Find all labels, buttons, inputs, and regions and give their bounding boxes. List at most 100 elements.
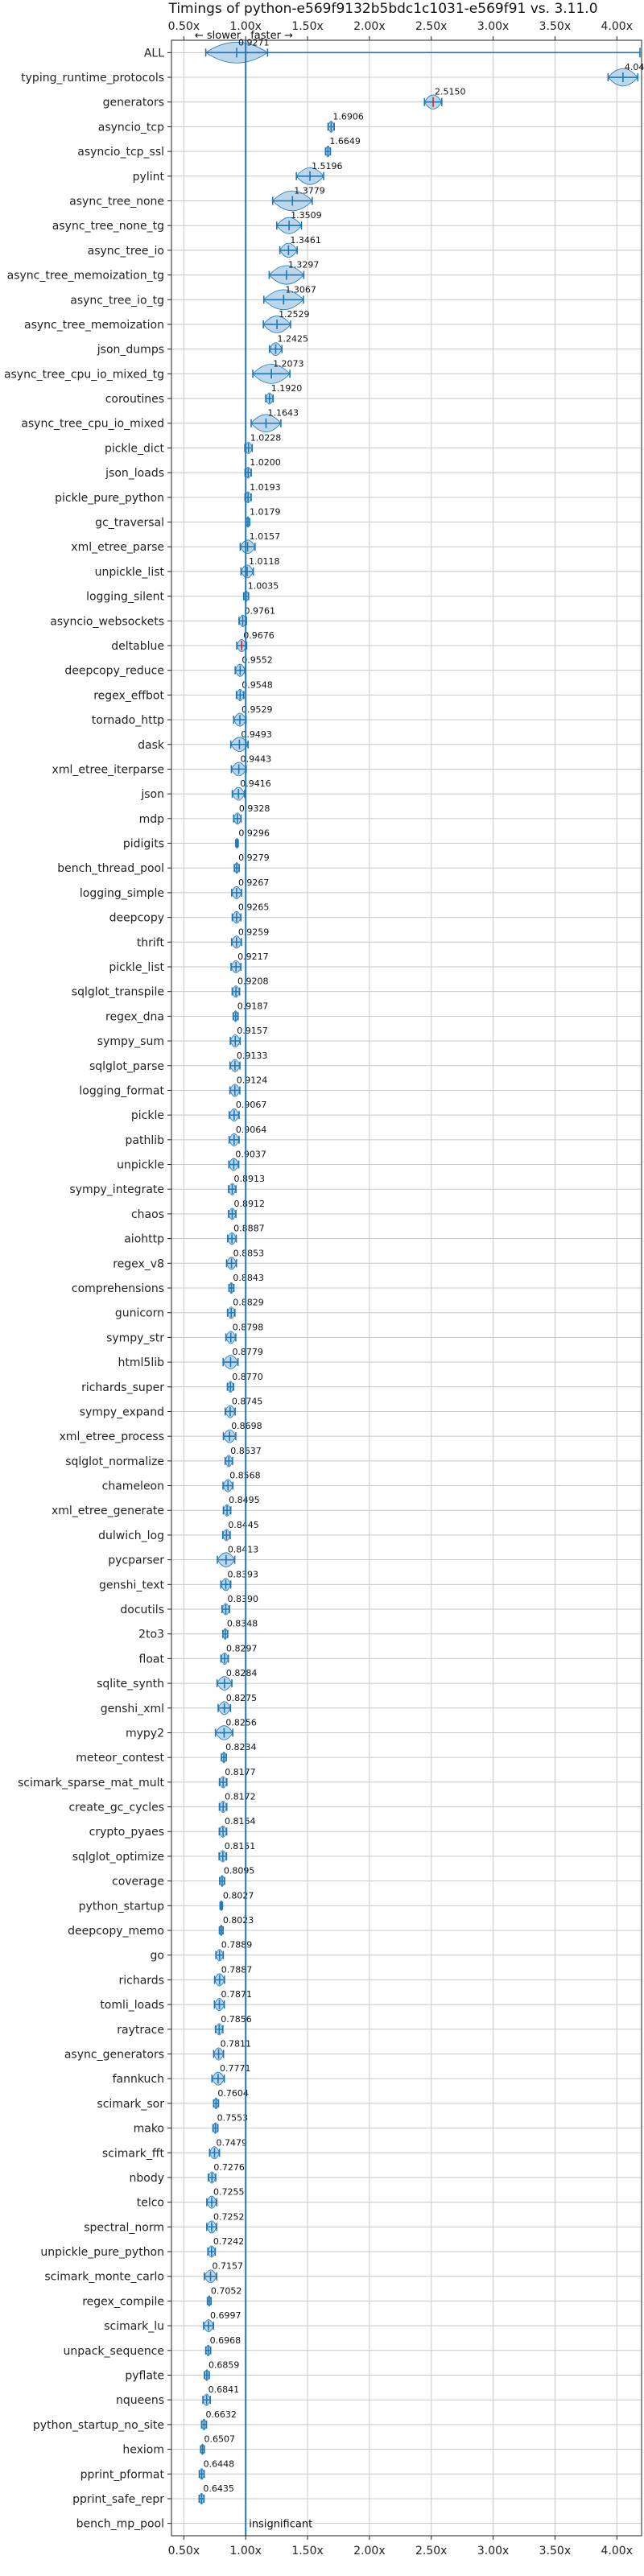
value-label-7: 1.3509 <box>291 210 322 221</box>
bench-label-3: asyncio_tcp <box>98 121 164 134</box>
value-label-60: 0.8445 <box>228 1520 259 1530</box>
value-label-83: 0.7604 <box>217 2088 249 2099</box>
bench-label-84: mako <box>134 2123 164 2136</box>
bench-label-90: scimark_monte_carlo <box>44 2271 164 2284</box>
value-label-73: 0.8151 <box>225 1841 256 1852</box>
benchmark-labels: ALL typing_runtime_protocols generators asy… <box>4 47 171 2531</box>
x-tick-label-bottom-2: 1.50x <box>291 2545 323 2557</box>
value-label-6: 1.3779 <box>294 186 325 196</box>
bench-label-63: docutils <box>120 1604 164 1616</box>
bench-label-53: html5lib <box>118 1356 165 1369</box>
bench-label-85: scimark_fft <box>102 2147 165 2160</box>
value-label-11: 1.2529 <box>279 309 310 320</box>
value-label-34: 0.9267 <box>238 877 270 888</box>
value-label-4: 1.6649 <box>329 136 361 147</box>
value-label-86: 0.7276 <box>213 2162 245 2173</box>
value-label-54: 0.8770 <box>232 1372 263 1382</box>
bench-label-2: generators <box>103 97 164 109</box>
value-label-24: 0.9676 <box>243 630 275 641</box>
bench-label-93: unpack_sequence <box>64 2345 164 2358</box>
bench-label-94: pyflate <box>125 2369 164 2382</box>
value-label-3: 1.6906 <box>332 111 364 122</box>
bench-label-96: python_startup_no_site <box>33 2419 164 2432</box>
bench-label-89: unpickle_pure_python <box>40 2246 164 2259</box>
bench-label-80: raytrace <box>117 2024 164 2037</box>
bench-label-32: pidigits <box>123 838 164 851</box>
value-label-55: 0.8745 <box>232 1396 263 1406</box>
bench-label-21: unpickle_list <box>95 566 165 579</box>
value-label-76: 0.8023 <box>223 1915 254 1926</box>
timings-chart: Timings of python-e569f9132b5bdc1c1031-e… <box>4 1 644 2557</box>
value-label-66: 0.8284 <box>226 1668 258 1678</box>
bench-label-71: create_gc_cycles <box>68 1802 164 1814</box>
value-label-32: 0.9296 <box>238 828 270 839</box>
x-tick-label-top-1: 1.00x <box>229 20 261 33</box>
value-label-69: 0.8234 <box>225 1742 257 1752</box>
value-label-23: 0.9761 <box>245 605 276 616</box>
bench-label-29: xml_etree_iterparse <box>52 763 164 776</box>
x-tick-label-bottom-7: 4.00x <box>601 2545 633 2557</box>
bench-label-57: sqlglot_normalize <box>65 1455 164 1468</box>
bench-label-9: async_tree_memoization_tg <box>7 270 164 283</box>
value-label-88: 0.7252 <box>213 2211 245 2222</box>
value-label-10: 1.3067 <box>285 284 316 295</box>
x-tick-label-bottom-0: 0.50x <box>168 2545 200 2557</box>
bench-label-79: tomli_loads <box>100 1999 164 2012</box>
value-label-47: 0.8912 <box>233 1199 265 1209</box>
bench-label-12: json_dumps <box>97 344 164 357</box>
value-label-77: 0.7889 <box>221 1940 253 1951</box>
bench-label-18: pickle_pure_python <box>55 492 164 505</box>
bench-label-5: pylint <box>133 171 165 184</box>
bench-label-66: sqlite_synth <box>97 1678 164 1690</box>
x-tick-label-bottom-3: 2.00x <box>353 2545 385 2557</box>
bench-label-40: sympy_sum <box>97 1035 164 1048</box>
bench-label-34: logging_simple <box>80 887 164 900</box>
bench-label-1: typing_runtime_protocols <box>21 72 164 85</box>
value-label-51: 0.8829 <box>233 1298 264 1308</box>
value-label-19: 1.0179 <box>250 507 281 518</box>
bench-label-39: regex_dna <box>105 1010 164 1023</box>
value-label-62: 0.8393 <box>228 1569 259 1579</box>
value-label-74: 0.8095 <box>224 1866 255 1876</box>
x-tick-label-top-6: 3.50x <box>539 20 571 33</box>
x-tick-label-bottom-4: 2.50x <box>415 2545 447 2557</box>
value-label-36: 0.9259 <box>238 927 270 937</box>
bench-label-100: bench_mp_pool <box>76 2518 164 2531</box>
value-label-68: 0.8256 <box>225 1717 257 1728</box>
bench-label-50: comprehensions <box>72 1282 164 1295</box>
bench-label-98: pprint_pformat <box>80 2468 165 2481</box>
value-label-12: 1.2425 <box>277 334 308 345</box>
value-label-67: 0.8275 <box>226 1693 258 1703</box>
bench-label-19: gc_traversal <box>95 517 164 530</box>
value-label-65: 0.8297 <box>226 1643 258 1653</box>
value-label-53: 0.8779 <box>232 1347 263 1357</box>
bench-label-33: bench_thread_pool <box>57 862 164 875</box>
bench-label-68: mypy2 <box>126 1727 164 1740</box>
value-label-45: 0.9037 <box>235 1150 266 1160</box>
bench-label-76: deepcopy_memo <box>68 1925 164 1938</box>
value-label-40: 0.9157 <box>237 1026 268 1036</box>
bench-label-37: pickle_list <box>109 961 164 974</box>
value-label-22: 1.0035 <box>248 581 279 592</box>
value-label-71: 0.8172 <box>225 1792 256 1802</box>
bench-label-0: ALL <box>144 47 164 60</box>
value-label-13: 1.2073 <box>273 358 304 369</box>
value-label-44: 0.9064 <box>236 1125 267 1135</box>
insignificant-annotation: insignificant <box>249 2519 312 2531</box>
bench-label-75: python_startup <box>79 1900 164 1913</box>
bench-label-16: pickle_dict <box>105 442 165 455</box>
bench-label-88: spectral_norm <box>84 2221 164 2234</box>
bench-label-83: scimark_sor <box>97 2098 164 2111</box>
value-label-18: 1.0193 <box>250 482 281 493</box>
bench-label-6: async_tree_none <box>69 196 164 208</box>
bench-label-42: logging_format <box>79 1084 164 1097</box>
value-label-17: 1.0200 <box>250 457 281 468</box>
bench-label-82: fannkuch <box>113 2073 164 2086</box>
bench-label-7: async_tree_none_tg <box>52 220 164 233</box>
bench-label-24: deltablue <box>111 640 164 653</box>
bench-label-26: regex_effbot <box>93 689 164 702</box>
bench-label-61: pycparser <box>108 1554 164 1567</box>
x-tick-label-top-3: 2.00x <box>353 20 385 33</box>
bench-label-23: asyncio_websockets <box>50 615 164 628</box>
value-label-70: 0.8177 <box>225 1767 256 1777</box>
